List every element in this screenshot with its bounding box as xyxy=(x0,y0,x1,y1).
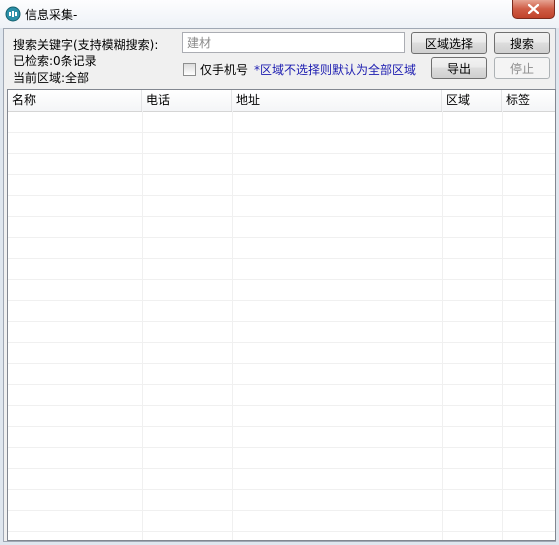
region-hint-text: *区域不选择则默认为全部区域 xyxy=(254,63,417,77)
column-header-phone[interactable]: 电话 xyxy=(142,90,232,111)
row-gridline xyxy=(8,489,555,490)
main-panel: 搜索关键字(支持模糊搜索): 已检索:0条记录 当前区域:全部 区域选择 搜索 … xyxy=(3,28,556,542)
row-gridline xyxy=(8,216,555,217)
current-region-label: 当前区域:全部 xyxy=(13,71,90,85)
mobile-only-label: 仅手机号 xyxy=(200,63,249,77)
search-button[interactable]: 搜索 xyxy=(494,32,550,54)
column-header-tag[interactable]: 标签 xyxy=(502,90,555,111)
column-header-name[interactable]: 名称 xyxy=(8,90,142,111)
row-gridline xyxy=(8,279,555,280)
row-gridline xyxy=(8,174,555,175)
row-gridline xyxy=(8,405,555,406)
row-gridline xyxy=(8,468,555,469)
close-icon xyxy=(528,4,539,14)
stop-button[interactable]: 停止 xyxy=(494,57,550,79)
column-header-address[interactable]: 地址 xyxy=(232,90,442,111)
row-gridline xyxy=(8,384,555,385)
row-gridline xyxy=(8,426,555,427)
keyword-label: 搜索关键字(支持模糊搜索): xyxy=(13,38,159,52)
column-gridline xyxy=(142,111,143,540)
row-gridline xyxy=(8,510,555,511)
row-gridline xyxy=(8,363,555,364)
row-gridline xyxy=(8,153,555,154)
column-header-region[interactable]: 区域 xyxy=(442,90,502,111)
row-gridline xyxy=(8,132,555,133)
row-gridline xyxy=(8,195,555,196)
row-gridline xyxy=(8,321,555,322)
row-gridline xyxy=(8,531,555,532)
results-table[interactable]: 名称 电话 地址 区域 标签 xyxy=(7,89,556,541)
row-gridline xyxy=(8,447,555,448)
row-gridline xyxy=(8,237,555,238)
mobile-only-checkbox[interactable] xyxy=(183,63,196,76)
search-input[interactable] xyxy=(182,32,405,53)
export-button[interactable]: 导出 xyxy=(431,57,487,79)
table-header: 名称 电话 地址 区域 标签 xyxy=(8,90,555,112)
app-window: 信息采集- 搜索关键字(支持模糊搜索): 已检索:0条记录 当前区域:全部 区域… xyxy=(0,0,559,545)
column-gridline xyxy=(232,111,233,540)
found-count-label: 已检索:0条记录 xyxy=(13,54,97,68)
row-gridline xyxy=(8,300,555,301)
app-icon xyxy=(5,6,21,22)
column-gridline xyxy=(442,111,443,540)
title-bar[interactable]: 信息采集- xyxy=(0,0,559,28)
row-gridline xyxy=(8,342,555,343)
row-gridline xyxy=(8,258,555,259)
close-button[interactable] xyxy=(512,0,555,19)
window-title: 信息采集- xyxy=(25,8,78,22)
column-gridline xyxy=(502,111,503,540)
region-select-button[interactable]: 区域选择 xyxy=(411,32,487,54)
